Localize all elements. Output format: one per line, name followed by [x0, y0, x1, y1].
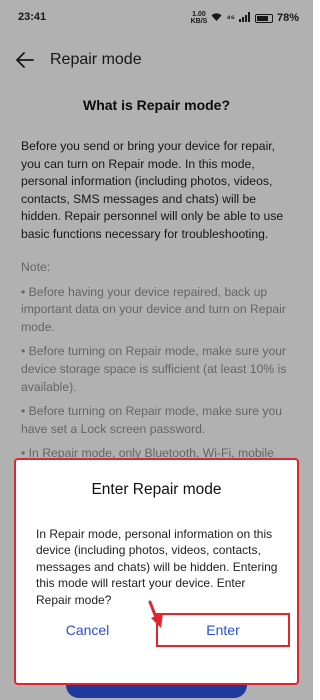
cancel-button-label: Cancel: [65, 622, 110, 638]
enter-button-label: Enter: [206, 622, 240, 638]
dialog-title: Enter Repair mode: [91, 481, 222, 498]
enter-button[interactable]: Enter: [156, 613, 290, 647]
enter-repair-mode-dialog: Enter Repair mode In Repair mode, person…: [14, 458, 299, 685]
dialog-message: In Repair mode, personal information on …: [36, 527, 278, 607]
cancel-button[interactable]: Cancel: [30, 613, 145, 647]
red-arrow-icon: [146, 600, 168, 634]
